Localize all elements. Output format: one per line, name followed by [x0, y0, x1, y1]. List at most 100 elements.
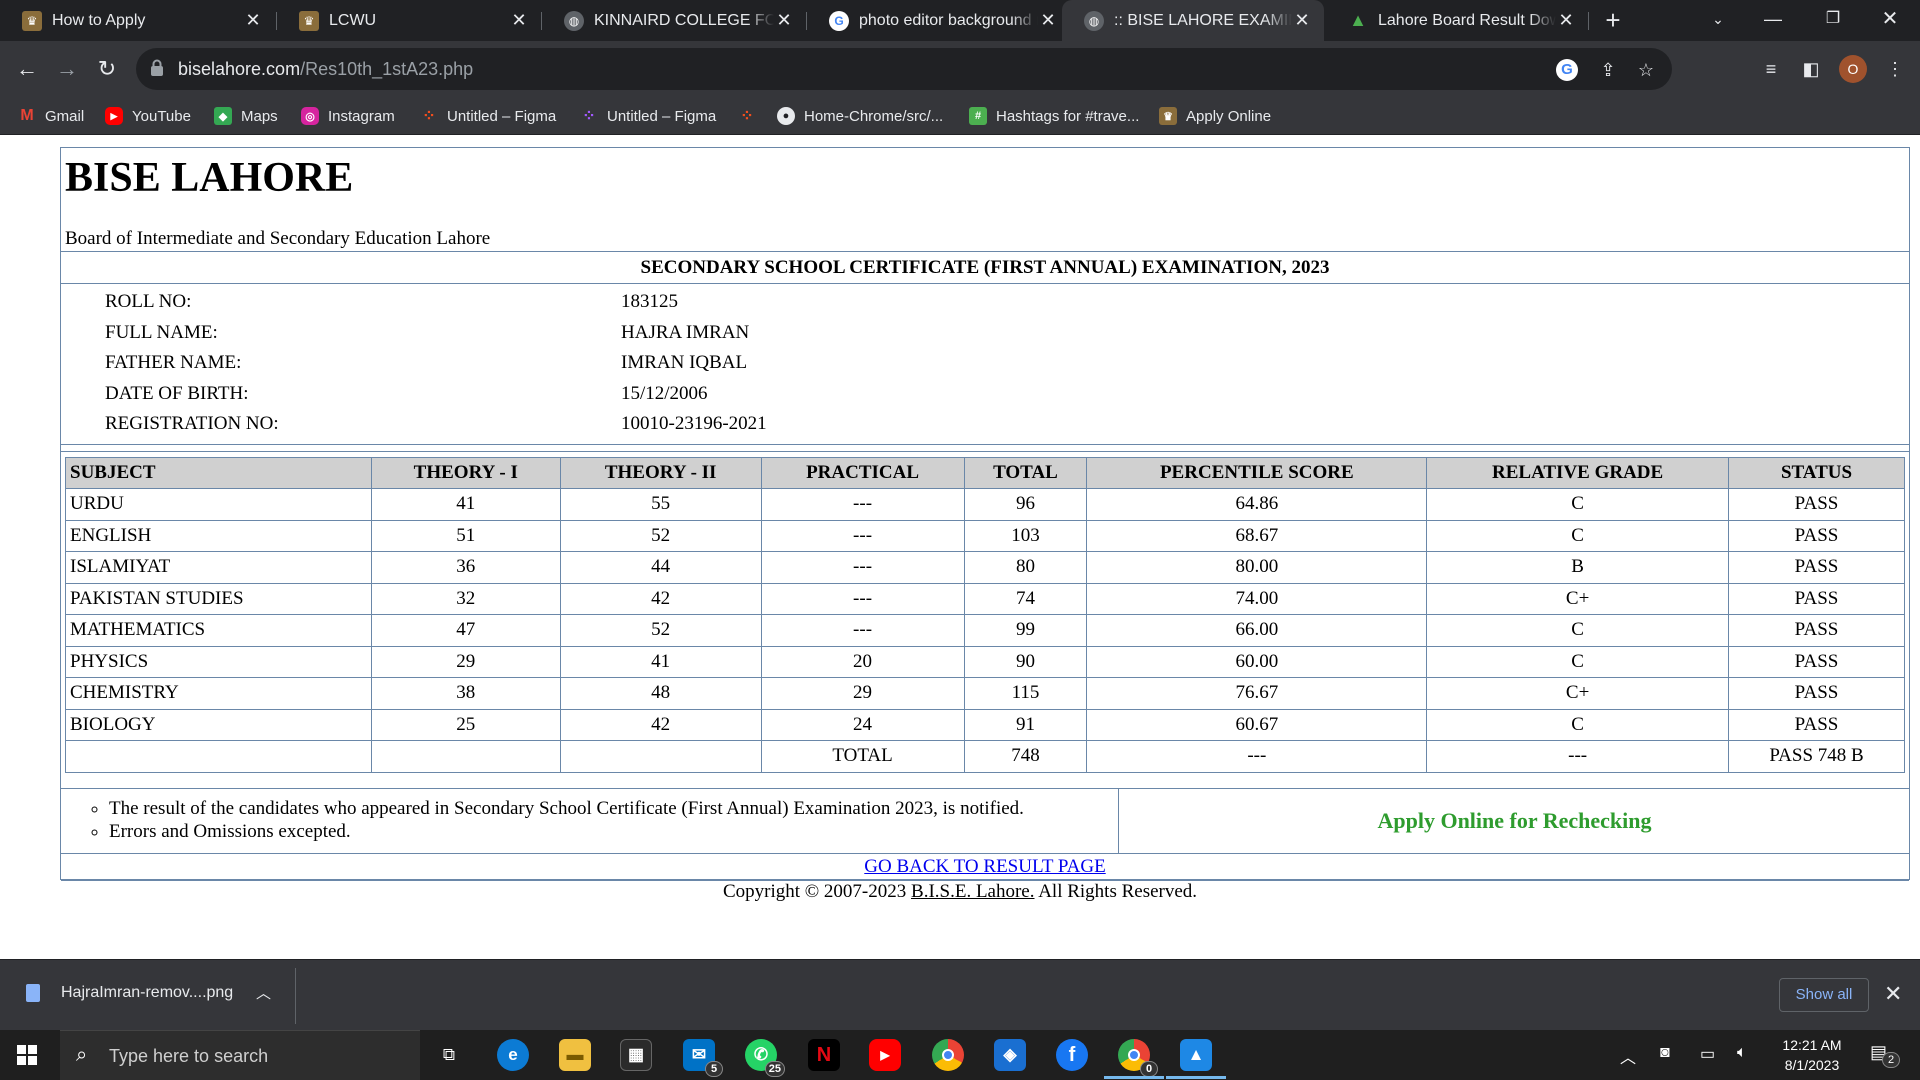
- youtube-icon[interactable]: ▶: [869, 1039, 901, 1071]
- notification-center-icon[interactable]: ▤ 2: [1870, 1042, 1900, 1068]
- close-icon[interactable]: ✕: [774, 10, 794, 31]
- column-header: STATUS: [1728, 457, 1905, 489]
- address-bar[interactable]: biselahore.com/Res10th_1stA23.php G ⇪ ☆: [136, 48, 1672, 90]
- close-window-button[interactable]: ✕: [1860, 0, 1920, 41]
- table-cell: URDU: [65, 488, 372, 521]
- back-to-result-link[interactable]: GO BACK TO RESULT PAGE: [61, 853, 1909, 880]
- bookmark-apply-online[interactable]: ♛ Apply Online: [1159, 105, 1271, 127]
- tab-photo-editor[interactable]: G photo editor background re ✕: [807, 0, 1070, 41]
- restore-button[interactable]: ❐: [1803, 0, 1863, 41]
- tab-bise-lahore[interactable]: ◍ :: BISE LAHORE EXAMINATI ✕: [1062, 0, 1324, 41]
- table-row: CHEMISTRY 38 48 29 115 76.67 C+ PASS: [65, 677, 1905, 710]
- bise-lahore-link[interactable]: B.I.S.E. Lahore.: [911, 881, 1034, 902]
- tab-title: KINNAIRD COLLEGE FOR W: [594, 11, 774, 29]
- copilot-icon[interactable]: ◈: [994, 1039, 1026, 1071]
- side-panel-icon[interactable]: ◧: [1798, 56, 1824, 82]
- show-all-button[interactable]: Show all: [1779, 978, 1869, 1012]
- tab-lcwu[interactable]: ♛ LCWU ✕: [277, 0, 541, 41]
- table-cell: 99: [963, 614, 1088, 647]
- tab-kinnaird[interactable]: ◍ KINNAIRD COLLEGE FOR W ✕: [542, 0, 806, 41]
- table-cell: C+: [1426, 677, 1730, 710]
- netflix-icon[interactable]: N: [808, 1039, 840, 1071]
- table-cell: PHYSICS: [65, 645, 372, 678]
- table-row: MATHEMATICS 47 52 --- 99 66.00 C PASS: [65, 614, 1905, 647]
- bookmark-hashtags[interactable]: # Hashtags for #trave...: [969, 105, 1139, 127]
- download-file-name[interactable]: HajraImran-remov....png: [61, 984, 233, 1002]
- table-cell: PASS: [1728, 645, 1905, 678]
- reload-button[interactable]: ↻: [89, 51, 125, 87]
- new-tab-button[interactable]: +: [1598, 5, 1628, 35]
- bookmark-youtube[interactable]: ▶ YouTube: [105, 105, 191, 127]
- search-placeholder: Type here to search: [109, 1046, 269, 1066]
- table-cell: 748: [963, 740, 1088, 773]
- close-icon[interactable]: ✕: [1884, 981, 1902, 1007]
- bookmark-instagram[interactable]: ◎ Instagram: [301, 105, 395, 127]
- table-cell: 60.67: [1086, 708, 1428, 741]
- crest-icon: ♛: [22, 10, 42, 31]
- windows-start-icon[interactable]: [17, 1045, 37, 1065]
- table-row: PAKISTAN STUDIES 32 42 --- 74 74.00 C+ PASS: [65, 582, 1905, 615]
- bookmark-label: Apply Online: [1186, 107, 1272, 125]
- close-icon[interactable]: ✕: [1038, 10, 1058, 31]
- table-cell: C: [1426, 708, 1730, 741]
- bookmark-label: YouTube: [132, 107, 191, 125]
- total-row: TOTAL 748 --- --- PASS 748 B: [65, 740, 1905, 773]
- table-cell: 36: [370, 551, 561, 584]
- chevron-up-icon[interactable]: ︿: [256, 982, 271, 1003]
- chevron-up-icon[interactable]: ︿: [1620, 1044, 1636, 1068]
- close-icon[interactable]: ✕: [243, 10, 263, 31]
- column-header: THEORY - II: [559, 457, 762, 489]
- tab-how-to-apply[interactable]: ♛ How to Apply ✕: [0, 0, 275, 41]
- notification-badge: 2: [1882, 1052, 1900, 1068]
- back-button[interactable]: ←: [9, 51, 45, 87]
- bookmark-figma-1[interactable]: ⁘ Untitled – Figma: [420, 105, 556, 127]
- store-icon[interactable]: ▦: [620, 1039, 652, 1071]
- close-icon[interactable]: ✕: [509, 10, 529, 31]
- bookmark-figma-3[interactable]: ⁘: [738, 105, 765, 127]
- hashtag-icon: #: [969, 107, 987, 125]
- tab-title: :: BISE LAHORE EXAMINATI: [1114, 11, 1292, 29]
- edge-icon[interactable]: e: [497, 1039, 529, 1071]
- task-view-icon[interactable]: ⧉: [433, 1039, 465, 1071]
- bookmark-figma-2[interactable]: ⁘ Untitled – Figma: [580, 105, 716, 127]
- table-cell: CHEMISTRY: [65, 677, 372, 710]
- bookmark-gmail[interactable]: M Gmail: [18, 105, 84, 127]
- google-lens-icon[interactable]: G: [1556, 59, 1578, 81]
- table-cell: C: [1426, 488, 1730, 521]
- share-icon[interactable]: ⇪: [1596, 58, 1620, 82]
- bookmark-maps[interactable]: ◆ Maps: [214, 105, 278, 127]
- bookmark-star-icon[interactable]: ☆: [1634, 58, 1658, 82]
- meet-now-icon[interactable]: ◙: [1660, 1044, 1670, 1062]
- facebook-icon[interactable]: f: [1056, 1039, 1088, 1071]
- file-explorer-icon[interactable]: ▬: [559, 1039, 591, 1071]
- table-cell: MATHEMATICS: [65, 614, 372, 647]
- reading-list-icon[interactable]: ≡: [1758, 56, 1784, 82]
- more-menu-icon[interactable]: ⋮: [1882, 56, 1908, 82]
- profile-avatar[interactable]: O: [1839, 55, 1867, 83]
- mail-icon[interactable]: ✉ 5: [683, 1039, 723, 1077]
- taskbar-search[interactable]: ⌕ Type here to search: [60, 1030, 420, 1080]
- table-cell: C: [1426, 614, 1730, 647]
- table-cell: ISLAMIYAT: [65, 551, 372, 584]
- volume-icon[interactable]: 🔈︎: [1737, 1044, 1747, 1062]
- url-text[interactable]: biselahore.com/Res10th_1stA23.php: [178, 59, 473, 80]
- page-content: BISE LAHORE Board of Intermediate and Se…: [0, 135, 1920, 959]
- whatsapp-icon[interactable]: ✆ 25: [745, 1039, 785, 1077]
- network-icon[interactable]: ▭: [1700, 1044, 1715, 1064]
- tab-lahore-board-result[interactable]: ▲ Lahore Board Result Downl ✕: [1326, 0, 1588, 41]
- tab-search-chevron-icon[interactable]: ⌄: [1688, 0, 1748, 41]
- table-cell: 80: [963, 551, 1088, 584]
- forward-button[interactable]: →: [49, 51, 85, 87]
- close-icon[interactable]: ✕: [1556, 10, 1576, 31]
- chrome-icon[interactable]: [932, 1039, 964, 1071]
- photos-icon[interactable]: ▲: [1180, 1039, 1212, 1071]
- table-cell: PASS: [1728, 582, 1905, 615]
- close-icon[interactable]: ✕: [1292, 10, 1312, 31]
- system-clock[interactable]: 12:21 AM 8/1/2023: [1768, 1035, 1856, 1075]
- minimize-button[interactable]: —: [1743, 0, 1803, 41]
- table-cell: 20: [760, 645, 965, 678]
- bookmark-github[interactable]: ● Home-Chrome/src/...: [777, 105, 943, 127]
- note-item: The result of the candidates who appeare…: [109, 797, 1118, 820]
- apply-rechecking-link[interactable]: Apply Online for Rechecking: [1120, 789, 1909, 853]
- chrome-profile-icon[interactable]: 0: [1118, 1039, 1158, 1077]
